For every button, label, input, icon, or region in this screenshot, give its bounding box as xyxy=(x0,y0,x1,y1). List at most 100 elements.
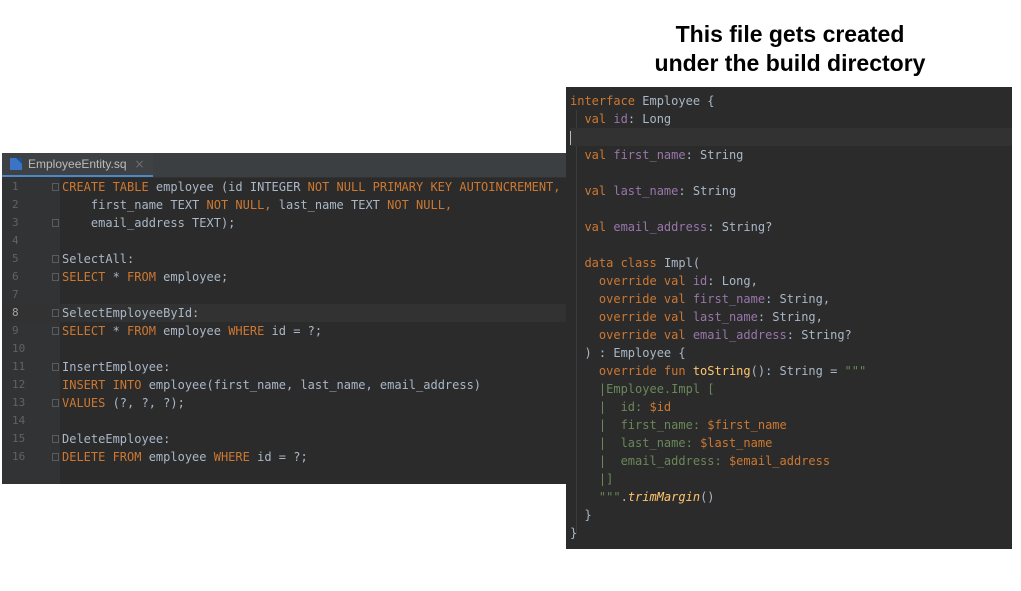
code-line[interactable]: | first_name: $first_name xyxy=(570,416,1012,434)
kotlin-keyword: override val xyxy=(598,274,693,288)
kotlin-keyword: val xyxy=(584,112,614,126)
code-text: first_name TEXT NOT NULL, last_name TEXT… xyxy=(60,196,452,214)
text-caret xyxy=(570,130,571,145)
code-line[interactable]: } xyxy=(570,506,1012,524)
string-literal: """ xyxy=(598,490,621,504)
code-line[interactable]: """.trimMargin() xyxy=(570,488,1012,506)
fold-marker-icon[interactable] xyxy=(52,453,59,461)
code-line[interactable]: override val id: Long, xyxy=(570,272,1012,290)
sql-text: id = ?; xyxy=(271,324,323,338)
code-text: email_address TEXT); xyxy=(60,214,236,232)
code-line[interactable]: 15 DeleteEmployee: xyxy=(2,430,567,448)
code-text: : String, xyxy=(765,292,831,306)
fold-marker-icon[interactable] xyxy=(52,399,59,407)
sql-keyword: NOT NULL, xyxy=(206,198,279,212)
code-line[interactable]: |] xyxy=(570,470,1012,488)
code-line[interactable]: 8 SelectEmployeeById: xyxy=(2,304,567,322)
code-line[interactable]: |Employee.Impl [ xyxy=(570,380,1012,398)
code-line[interactable]: 12 INSERT INTO employee(first_name, last_… xyxy=(2,376,567,394)
code-line[interactable]: val email_address: String? xyxy=(570,218,1012,236)
sql-keyword: NOT NULL, xyxy=(387,198,453,212)
code-line[interactable]: } xyxy=(570,524,1012,542)
code-line[interactable]: | last_name: $last_name xyxy=(570,434,1012,452)
close-icon[interactable]: × xyxy=(135,157,145,171)
code-line[interactable] xyxy=(570,128,1012,146)
kotlin-code-lines[interactable]: interface Employee { val id: Long val fi… xyxy=(570,92,1012,542)
fold-marker-icon[interactable] xyxy=(52,363,59,371)
code-line[interactable]: | email_address: $email_address xyxy=(570,452,1012,470)
code-line[interactable]: 2 first_name TEXT NOT NULL, last_name TE… xyxy=(2,196,567,214)
line-number: 12 xyxy=(12,378,26,391)
property-name: last_name xyxy=(613,184,679,198)
sql-text: first_name TEXT xyxy=(62,198,207,212)
code-line[interactable]: 1 CREATE TABLE employee (id INTEGER NOT N… xyxy=(2,178,567,196)
code-line[interactable]: override fun toString(): String = """ xyxy=(570,362,1012,380)
template-expression: $id xyxy=(649,400,672,414)
caption: This file gets created under the build d… xyxy=(590,20,990,78)
sql-keyword: FROM xyxy=(127,324,164,338)
code-line[interactable]: 3 email_address TEXT); xyxy=(2,214,567,232)
line-number: 14 xyxy=(12,414,26,427)
fold-marker-icon[interactable] xyxy=(52,327,59,335)
code-line[interactable] xyxy=(570,164,1012,182)
sql-text: * xyxy=(112,324,128,338)
editor-tab-bar: EmployeeEntity.sq × xyxy=(2,153,567,178)
sql-text: InsertEmployee: xyxy=(62,360,171,374)
template-expression: $first_name xyxy=(707,418,787,432)
fold-marker-icon[interactable] xyxy=(52,309,59,317)
fold-marker-icon[interactable] xyxy=(52,255,59,263)
code-line[interactable]: override val last_name: String, xyxy=(570,308,1012,326)
code-line[interactable]: 7 xyxy=(2,286,567,304)
code-line[interactable]: val id: Long xyxy=(570,110,1012,128)
code-line[interactable]: 14 xyxy=(2,412,567,430)
code-line[interactable]: 10 xyxy=(2,340,567,358)
code-text: : String? xyxy=(786,328,852,342)
fold-marker-icon[interactable] xyxy=(52,273,59,281)
sql-text: (?, ?, ?); xyxy=(112,396,185,410)
sql-keyword: SELECT xyxy=(62,270,113,284)
tab-label: EmployeeEntity.sq xyxy=(28,157,127,171)
property-name: email_address xyxy=(613,220,708,234)
code-line[interactable]: 13 VALUES (?, ?, ?); xyxy=(2,394,567,412)
code-line[interactable]: override val email_address: String? xyxy=(570,326,1012,344)
sql-text: SelectEmployeeById: xyxy=(62,306,200,320)
code-line[interactable]: 16 DELETE FROM employee WHERE id = ?; xyxy=(2,448,567,466)
sq-editor[interactable]: 1 CREATE TABLE employee (id INTEGER NOT N… xyxy=(2,178,567,484)
fold-marker-icon[interactable] xyxy=(52,435,59,443)
kotlin-keyword: val xyxy=(584,148,614,162)
fold-marker-icon[interactable] xyxy=(52,183,59,191)
sqldelight-file-icon xyxy=(10,158,22,170)
tab-employee-entity-sq[interactable]: EmployeeEntity.sq × xyxy=(2,153,153,177)
code-line[interactable]: override val first_name: String, xyxy=(570,290,1012,308)
sql-keyword: INSERT INTO xyxy=(62,378,149,392)
string-literal: | last_name: xyxy=(598,436,701,450)
code-line[interactable]: 11 InsertEmployee: xyxy=(2,358,567,376)
kotlin-keyword: override val xyxy=(598,292,693,306)
code-line[interactable]: 5 SelectAll: xyxy=(2,250,567,268)
sql-text: employee; xyxy=(163,270,229,284)
code-text: } xyxy=(570,526,578,540)
code-text: : String xyxy=(678,184,737,198)
code-line[interactable]: | id: $id xyxy=(570,398,1012,416)
code-line[interactable]: 6 SELECT * FROM employee; xyxy=(2,268,567,286)
code-line[interactable]: 9 SELECT * FROM employee WHERE id = ?; xyxy=(2,322,567,340)
code-line[interactable]: ) : Employee { xyxy=(570,344,1012,362)
sql-keyword: NOT NULL PRIMARY KEY AUTOINCREMENT, xyxy=(307,180,561,194)
sq-code-lines: 1 CREATE TABLE employee (id INTEGER NOT N… xyxy=(2,178,567,466)
fold-marker-icon[interactable] xyxy=(52,219,59,227)
template-expression: $email_address xyxy=(728,454,831,468)
code-line[interactable]: data class Impl( xyxy=(570,254,1012,272)
kotlin-keyword: val xyxy=(584,220,614,234)
code-line[interactable]: val first_name: String xyxy=(570,146,1012,164)
code-line[interactable] xyxy=(570,200,1012,218)
code-line[interactable]: interface Employee { xyxy=(570,92,1012,110)
code-line[interactable] xyxy=(570,236,1012,254)
code-line[interactable]: val last_name: String xyxy=(570,182,1012,200)
code-line[interactable]: 4 xyxy=(2,232,567,250)
